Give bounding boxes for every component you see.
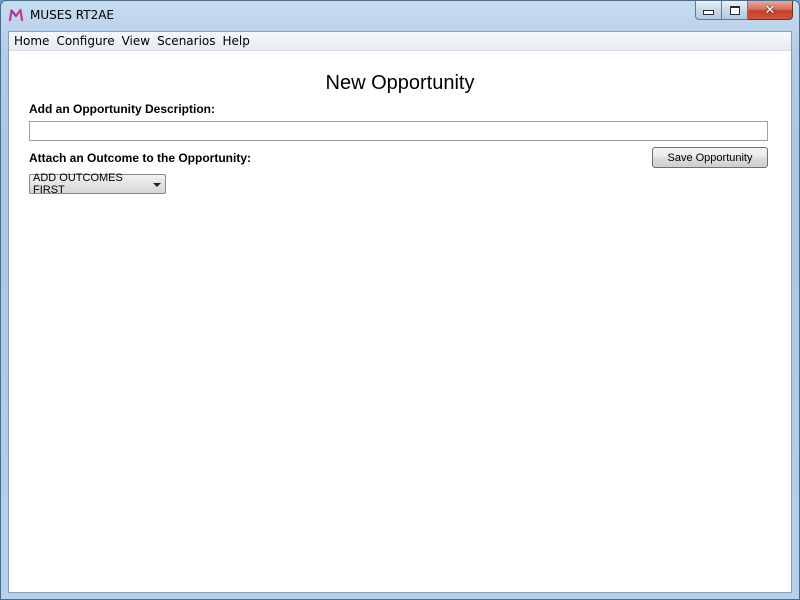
menu-configure[interactable]: Configure (53, 32, 118, 50)
outcome-dropdown-value: ADD OUTCOMES FIRST (33, 172, 123, 196)
description-input[interactable] (29, 121, 768, 141)
caption-buttons: ✕ (695, 1, 793, 21)
minimize-button[interactable] (695, 1, 722, 20)
close-icon: ✕ (764, 2, 776, 18)
maximize-button[interactable] (722, 1, 748, 20)
menu-view[interactable]: View (119, 32, 154, 50)
minimize-icon (703, 10, 714, 15)
save-opportunity-button[interactable]: Save Opportunity (652, 147, 768, 168)
page-title: New Opportunity (325, 72, 475, 94)
title-bar[interactable]: MUSES RT2AE ✕ (1, 1, 799, 31)
muses-logo-icon (8, 8, 24, 22)
menu-home[interactable]: Home (11, 32, 53, 50)
outcome-dropdown[interactable]: ADD OUTCOMES FIRST (29, 172, 166, 196)
menu-scenarios[interactable]: Scenarios (154, 32, 219, 50)
maximize-icon (729, 5, 740, 15)
app-window: MUSES RT2AE ✕ Home Configure View Scenar… (0, 0, 800, 600)
client-area: Home Configure View Scenarios Help New O… (8, 31, 792, 593)
window-title: MUSES RT2AE (30, 8, 114, 22)
chevron-down-icon (153, 183, 161, 187)
close-button[interactable]: ✕ (748, 1, 793, 20)
menu-bar: Home Configure View Scenarios Help (9, 32, 791, 51)
menu-help[interactable]: Help (220, 32, 254, 50)
outcome-label: Attach an Outcome to the Opportunity: (29, 151, 251, 165)
description-label: Add an Opportunity Description: (29, 102, 215, 116)
